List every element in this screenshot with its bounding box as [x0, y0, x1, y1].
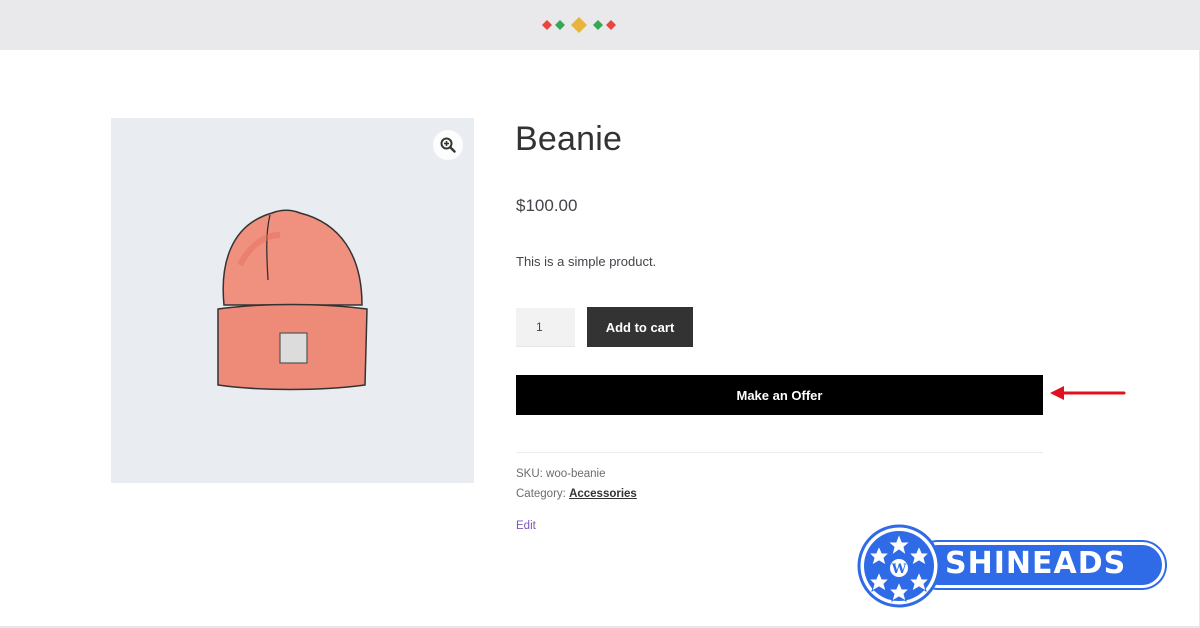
logo-diamond-4 [593, 20, 603, 30]
svg-text:W: W [891, 562, 907, 577]
sku-label: SKU: [516, 468, 543, 480]
logo-diamond-1 [542, 20, 552, 30]
zoom-in-icon[interactable] [433, 130, 463, 160]
shineads-badge: SHINEADS W [857, 524, 1169, 608]
quantity-input[interactable] [516, 308, 575, 347]
product-category: Category: Accessories [516, 488, 637, 500]
meta-divider [516, 452, 1043, 453]
red-arrow-icon [1050, 386, 1126, 400]
category-label: Category: [516, 488, 566, 500]
logo-diamond-2 [555, 20, 565, 30]
logo-diamond-3 [571, 17, 587, 33]
badge-text: SHINEADS [945, 546, 1127, 581]
site-header [0, 0, 1200, 50]
product-description: This is a simple product. [516, 254, 657, 269]
product-price: $100.00 [516, 196, 578, 215]
add-to-cart-button[interactable]: Add to cart [587, 307, 693, 347]
sku-value: woo-beanie [546, 468, 606, 480]
beanie-image[interactable] [210, 205, 375, 395]
logo-diamond-5 [606, 20, 616, 30]
site-logo-icon[interactable] [541, 16, 621, 34]
wordpress-stars-icon: W [857, 524, 941, 608]
edit-link[interactable]: Edit [516, 520, 536, 532]
make-offer-button[interactable]: Make an Offer [516, 375, 1043, 415]
category-link[interactable]: Accessories [569, 488, 637, 500]
product-title: Beanie [515, 120, 623, 158]
product-sku: SKU: woo-beanie [516, 468, 606, 480]
